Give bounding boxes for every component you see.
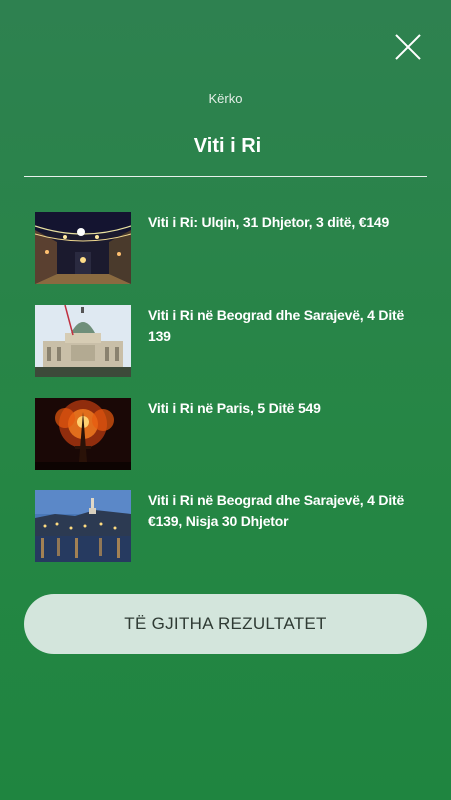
search-divider [24,176,427,177]
belgrade-night-thumbnail [35,490,131,562]
eiffel-fireworks-thumbnail [35,398,131,470]
result-item[interactable]: Viti i Ri në Beograd dhe Sarajevë, 4 Dit… [35,305,415,377]
all-results-button[interactable]: TË GJITHA REZULTATET [24,594,427,654]
result-item[interactable]: Viti i Ri në Beograd dhe Sarajevë, 4 Dit… [35,490,415,562]
search-input[interactable] [24,128,431,164]
result-title: Viti i Ri në Paris, 5 Ditë 549 [148,400,321,416]
result-title: Viti i Ri: Ulqin, 31 Dhjetor, 3 ditë, €1… [148,214,390,230]
search-label: Kërko [208,91,243,106]
result-item[interactable]: Viti i Ri: Ulqin, 31 Dhjetor, 3 ditë, €1… [35,212,415,284]
parliament-building-thumbnail [35,305,131,377]
close-icon[interactable] [394,33,422,61]
street-lights-thumbnail [35,212,131,284]
result-title: Viti i Ri në Beograd dhe Sarajevë, 4 Dit… [148,492,405,529]
result-item[interactable]: Viti i Ri në Paris, 5 Ditë 549 [35,398,415,470]
result-title: Viti i Ri në Beograd dhe Sarajevë, 4 Dit… [148,307,405,344]
search-overlay: Kërko Viti i Ri: Ulqin, 31 Dhjeto [0,0,451,800]
